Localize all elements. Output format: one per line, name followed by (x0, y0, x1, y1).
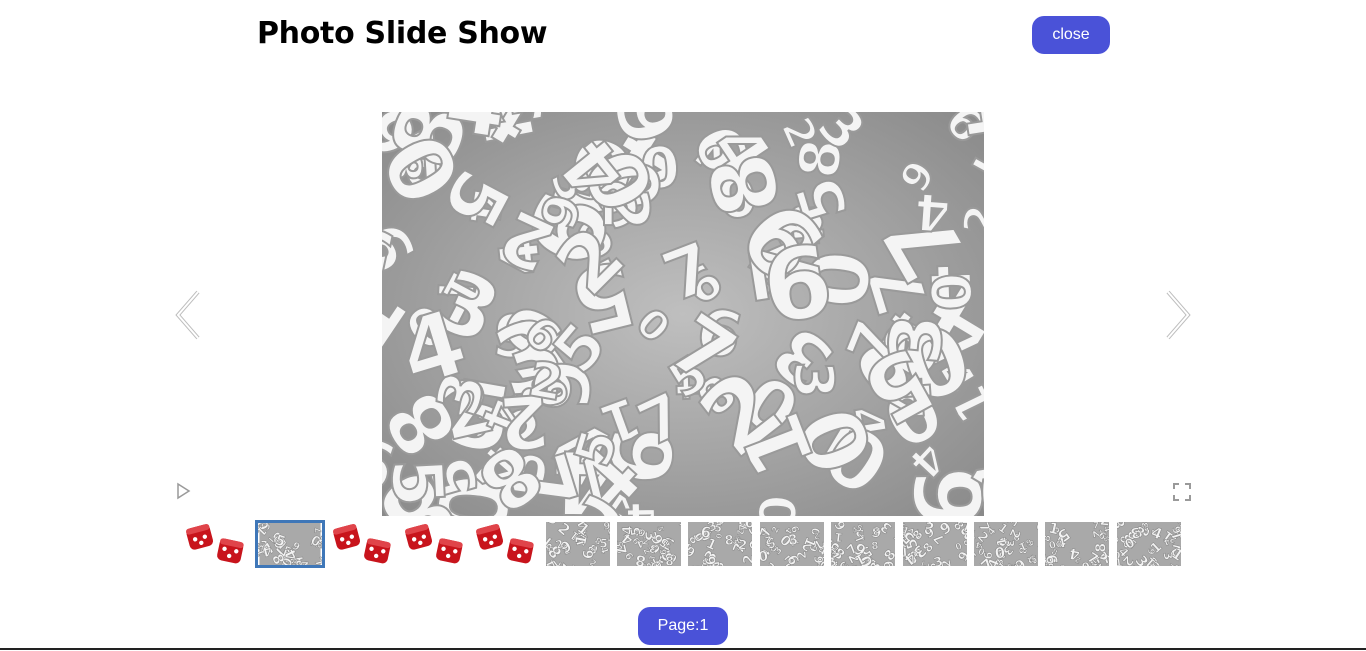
svg-text:3: 3 (922, 522, 935, 533)
thumbnail-13[interactable]: 5745248325277914548178827785882300189501 (1045, 522, 1110, 566)
svg-text:5: 5 (689, 565, 700, 566)
close-button[interactable]: close (1032, 16, 1110, 54)
thumbnail-6[interactable]: 2654697724143977115980271309186822428195 (545, 522, 610, 566)
numbers-photo: 8805778029759078097627160435843186675439 (902, 522, 967, 566)
numbers-photo: 8873657121297294014968766709008575429841 (258, 523, 322, 565)
thumbnail-1[interactable] (184, 522, 248, 566)
dice-icon (404, 523, 463, 564)
thumbnail-8[interactable]: 8594068020661813766431038569235946923276 (688, 522, 753, 566)
svg-text:8: 8 (665, 554, 674, 566)
svg-text:7: 7 (1106, 557, 1109, 566)
svg-text:2: 2 (813, 531, 820, 541)
numbers-photo: 4444154724464286290408010147780969786441… (382, 112, 984, 516)
svg-text:9: 9 (578, 549, 595, 560)
svg-text:0: 0 (749, 494, 809, 516)
svg-text:4: 4 (840, 562, 850, 566)
numbers-photo: 5745248325277914548178827785882300189501 (1045, 522, 1110, 566)
dice-icon (476, 523, 534, 564)
thumbnail-9[interactable]: 2964208723320231446166312284704063170257 (759, 522, 824, 566)
numbers-photo: 2964208723320231446166312284704063170257 (759, 522, 824, 566)
dice-icon (185, 523, 244, 564)
thumbnail-2[interactable]: 8873657121297294014968766709008575429841 (255, 520, 326, 568)
svg-text:5: 5 (382, 456, 459, 509)
svg-text:1: 1 (1045, 562, 1053, 566)
thumbnail-strip: 8873657121297294014968766709008575429841… (184, 520, 1182, 568)
numbers-photo: 2375918622518596767453543160313293932410 (974, 522, 1038, 566)
svg-text:3: 3 (1005, 563, 1019, 566)
svg-text:8: 8 (1094, 543, 1110, 553)
page-indicator-button[interactable]: Page:1 (638, 607, 728, 645)
svg-text:8: 8 (871, 541, 879, 553)
numbers-photo: 5435548326099659217992786819274179427348 (831, 522, 896, 566)
fullscreen-icon[interactable] (1172, 482, 1192, 502)
thumbnail-12[interactable]: 2375918622518596767453543160313293932410 (974, 522, 1038, 566)
numbers-photo: 8594068020661813766431038569235946923276 (688, 522, 753, 566)
thumbnail-14[interactable]: 8115488028936332328904201310451327437691 (1116, 522, 1181, 566)
svg-text:3: 3 (782, 360, 846, 399)
play-icon[interactable] (174, 482, 192, 500)
thumbnail-10[interactable]: 5435548326099659217992786819274179427348 (831, 522, 896, 566)
svg-text:3: 3 (1141, 522, 1151, 528)
thumbnail-5[interactable] (474, 522, 538, 566)
previous-arrow-icon[interactable] (172, 288, 204, 342)
numbers-photo: 2654697724143977115980271309186822428195 (545, 522, 610, 566)
svg-text:2: 2 (741, 554, 752, 564)
next-arrow-icon[interactable] (1162, 288, 1194, 342)
svg-text:5: 5 (1030, 555, 1037, 565)
thumbnail-7[interactable]: 5024838427802395996605654934655939775186 (617, 522, 681, 566)
svg-text:6: 6 (1147, 548, 1158, 555)
main-slide-image: 4444154724464286290408010147780969786441… (382, 112, 984, 516)
svg-text:8: 8 (1057, 540, 1064, 550)
numbers-photo: 5024838427802395996605654934655939775186 (617, 522, 681, 566)
svg-text:9: 9 (981, 551, 995, 560)
svg-text:6: 6 (703, 555, 720, 566)
thumbnail-3[interactable] (331, 522, 395, 566)
dice-icon (333, 523, 392, 564)
thumbnail-4[interactable] (403, 522, 467, 566)
svg-text:5: 5 (760, 544, 761, 555)
thumbnail-11[interactable]: 8805778029759078097627160435843186675439 (902, 522, 967, 566)
bottom-divider (0, 648, 1366, 650)
svg-text:4: 4 (913, 180, 953, 241)
svg-text:7: 7 (737, 523, 750, 531)
page-title: Photo Slide Show (257, 16, 548, 51)
numbers-photo: 8115488028936332328904201310451327437691 (1116, 522, 1181, 566)
